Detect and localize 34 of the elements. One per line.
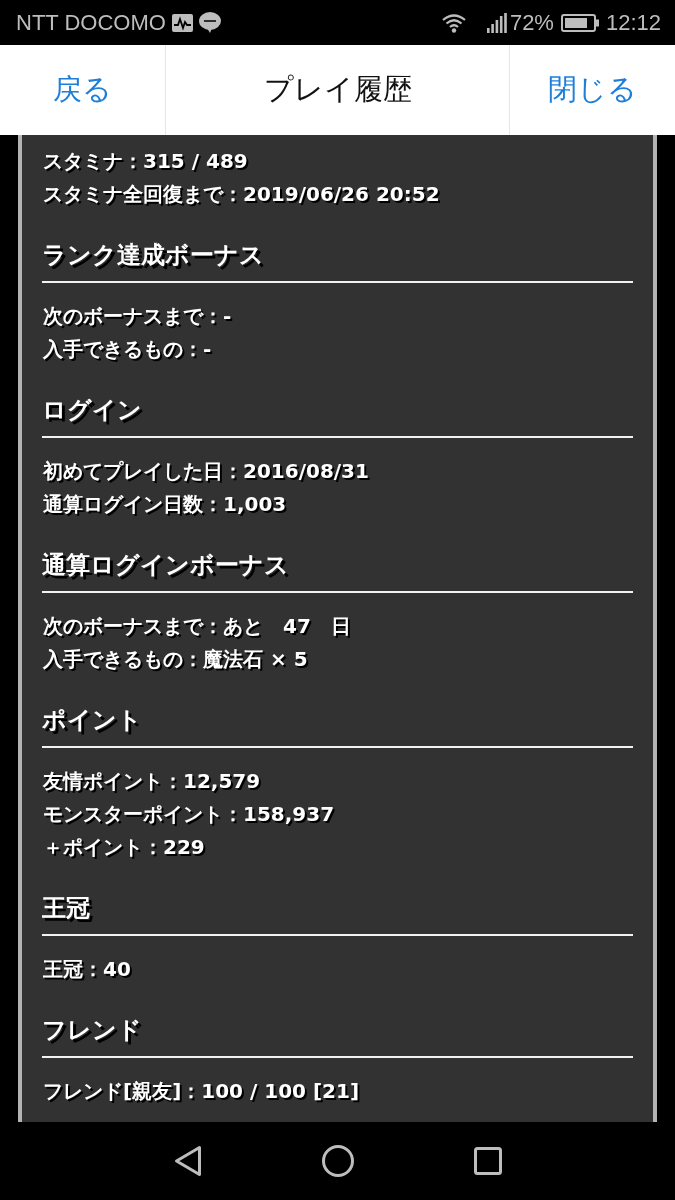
home-circle-icon xyxy=(321,1145,354,1177)
info-line: ＋ポイント：229 xyxy=(42,834,206,861)
info-line: 次のボーナスまで：あと 47 日 xyxy=(42,613,352,640)
wifi-icon xyxy=(441,12,466,33)
info-line: 通算ログイン日数：1,003 xyxy=(42,491,288,518)
speech-bubble-icon xyxy=(198,12,221,33)
signal-icon xyxy=(486,12,507,33)
recents-square-icon xyxy=(473,1147,502,1175)
back-nav-button[interactable] xyxy=(173,1145,202,1177)
pulse-icon xyxy=(171,13,193,32)
info-line: スタミナ：315 / 489 xyxy=(42,148,249,175)
info-line: 友情ポイント：12,579 xyxy=(42,768,262,795)
clock-time: 12:12 xyxy=(605,9,661,36)
home-nav-button[interactable] xyxy=(321,1145,354,1177)
section-heading: 通算ログインボーナス xyxy=(42,550,290,581)
back-triangle-icon xyxy=(173,1145,202,1177)
carrier-name: NTT DOCOMO xyxy=(16,9,166,36)
section-heading: 王冠 xyxy=(42,893,91,924)
battery-percent: 72% xyxy=(509,9,554,36)
info-line: モンスターポイント：158,937 xyxy=(42,801,336,828)
info-line: フレンド[親友]：100 / 100 [21] xyxy=(42,1078,361,1105)
recents-nav-button[interactable] xyxy=(473,1147,502,1175)
info-line: 王冠：40 xyxy=(42,956,132,983)
section-heading: ランク達成ボーナス xyxy=(42,240,265,271)
info-line: 次のボーナスまで：- xyxy=(42,303,233,330)
info-line: スタミナ全回復まで：2019/06/26 20:52 xyxy=(42,181,441,208)
section-heading: フレンド xyxy=(42,1015,143,1046)
info-line: 入手できるもの：- xyxy=(42,336,213,363)
section-heading: ログイン xyxy=(42,395,143,426)
section-heading: ポイント xyxy=(42,705,143,736)
info-line: 入手できるもの：魔法石 × 5 xyxy=(42,646,309,673)
page-title: プレイ履歴 xyxy=(263,71,412,108)
info-line: 初めてプレイした日：2016/08/31 xyxy=(42,458,370,485)
battery-icon xyxy=(560,13,599,32)
